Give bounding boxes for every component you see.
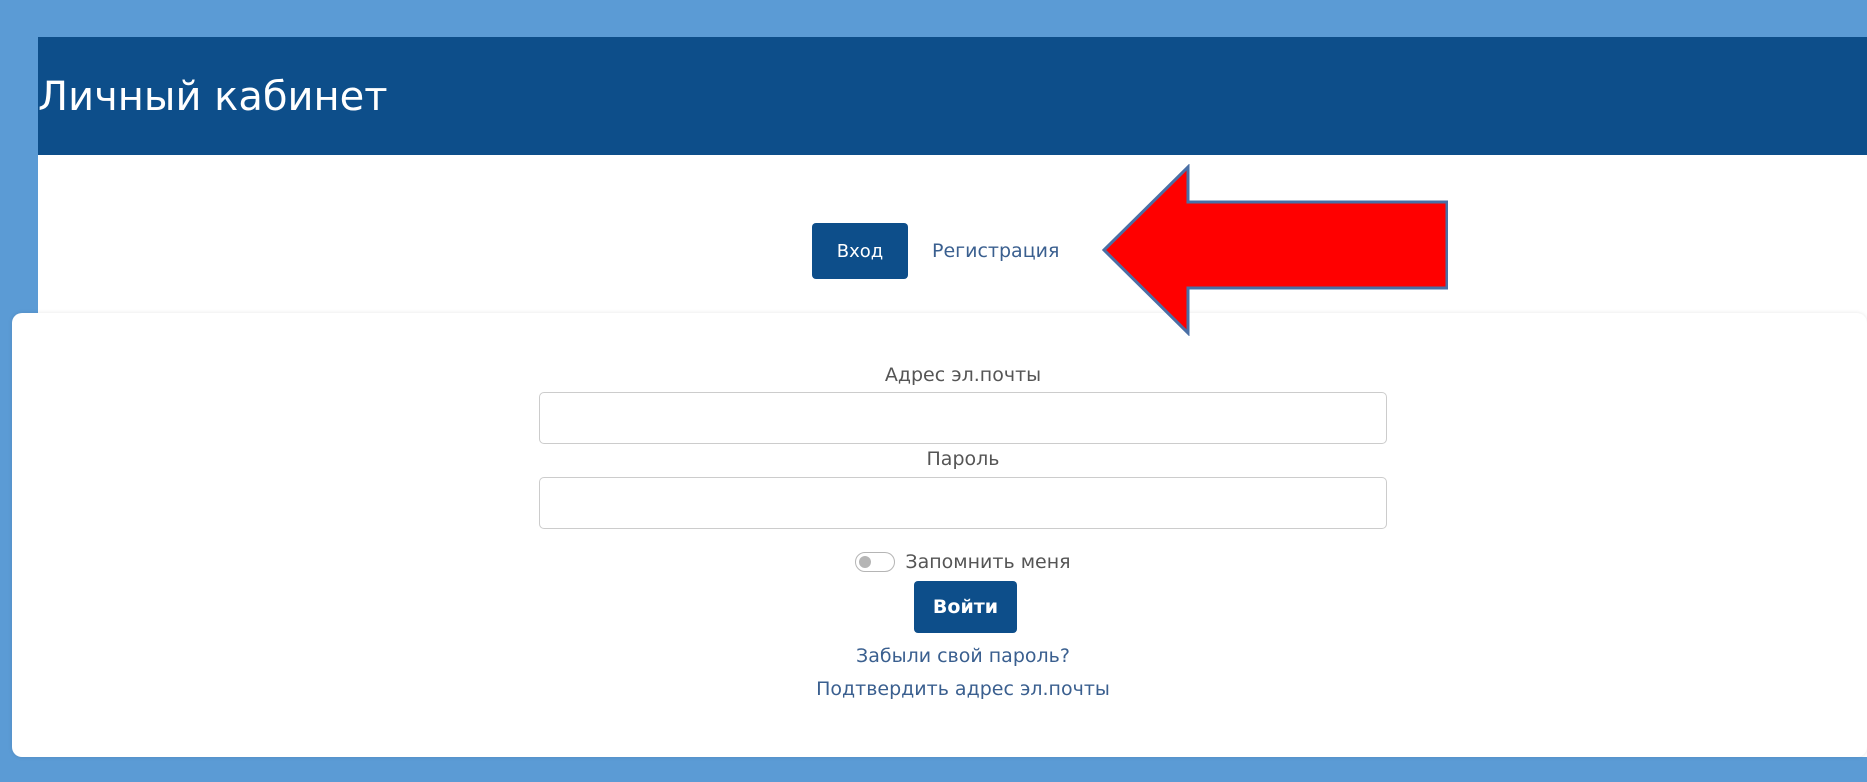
login-submit-button[interactable]: Войти: [914, 581, 1017, 633]
email-field[interactable]: [539, 392, 1387, 444]
remember-me-toggle[interactable]: [855, 552, 896, 572]
remember-me-label: Запомнить меня: [905, 551, 1071, 573]
page-title: Личный кабинет: [38, 74, 388, 120]
page-frame: Личный кабинет Вход Регистрация Адрес эл…: [12, 37, 1867, 757]
login-panel: Адрес эл.почты Пароль Запомнить меня Вой…: [12, 313, 1867, 757]
remember-me-row: Запомнить меня: [539, 549, 1387, 575]
confirm-email-link[interactable]: Подтвердить адрес эл.почты: [539, 676, 1387, 702]
password-field[interactable]: [539, 477, 1387, 529]
tab-registration[interactable]: Регистрация: [932, 223, 1059, 279]
page-header: Личный кабинет: [38, 37, 1867, 155]
tab-login[interactable]: Вход: [812, 223, 908, 279]
left-arrow-icon: [1102, 164, 1448, 336]
email-label: Адрес эл.почты: [884, 364, 1042, 386]
toggle-knob-icon: [859, 556, 872, 568]
arrow-shape: [1102, 164, 1448, 336]
forgot-password-link[interactable]: Забыли свой пароль?: [539, 643, 1387, 669]
password-label: Пароль: [926, 448, 1000, 470]
screen: { "header": { "title": "Личный кабинет" …: [0, 0, 1867, 782]
